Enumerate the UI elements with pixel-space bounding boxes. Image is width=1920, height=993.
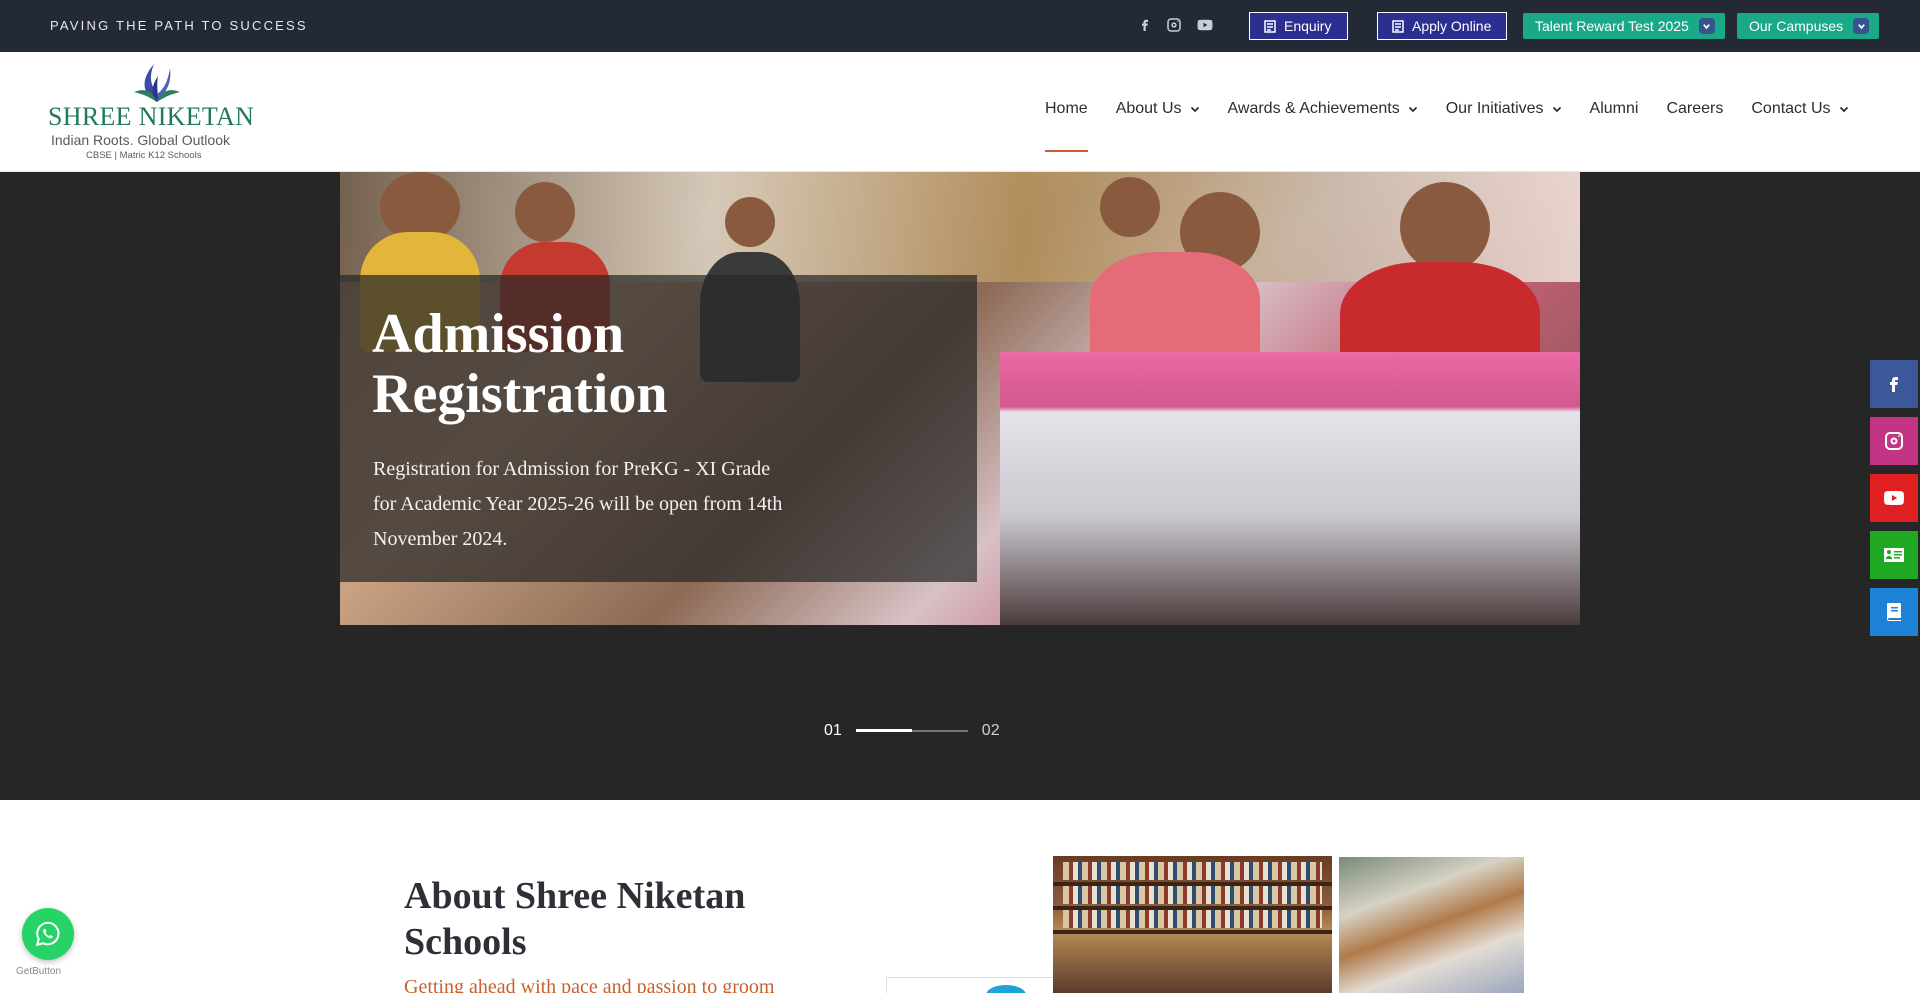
nav-contact-us[interactable]: Contact Us (1751, 100, 1848, 118)
instagram-icon[interactable] (1165, 16, 1183, 39)
slider-pager: 01 02 (824, 722, 1000, 740)
nav-home-label: Home (1045, 100, 1088, 117)
side-youtube-icon[interactable] (1870, 474, 1918, 522)
talent-reward-test-dropdown[interactable]: Talent Reward Test 2025 (1523, 13, 1725, 39)
our-campuses-label: Our Campuses (1749, 18, 1844, 34)
logo-subtext: CBSE | Matric K12 Schools (86, 150, 202, 161)
side-instagram-icon[interactable] (1870, 417, 1918, 465)
apply-online-label: Apply Online (1412, 18, 1492, 34)
school-logo[interactable]: SHREE NIKETAN Indian Roots. Global Outlo… (48, 62, 254, 162)
getbutton-credit[interactable]: GetButton (16, 966, 61, 977)
nav-careers[interactable]: Careers (1666, 100, 1723, 118)
chevron-down-icon (1698, 18, 1715, 34)
apply-online-button[interactable]: Apply Online (1377, 12, 1507, 40)
nav-about-us-label: About Us (1115, 100, 1182, 117)
hero-slider: Admission Registration Registration for … (0, 172, 1920, 800)
slide-progress (855, 729, 968, 732)
nav-alumni-label: Alumni (1589, 100, 1639, 117)
about-subtitle: Getting ahead with pace and passion to g… (404, 976, 775, 993)
nav-home[interactable]: Home (1045, 100, 1088, 152)
nav-awards[interactable]: Awards & Achievements (1228, 100, 1418, 118)
nav-initiatives[interactable]: Our Initiatives (1446, 100, 1562, 118)
talent-reward-label: Talent Reward Test 2025 (1535, 18, 1689, 34)
chevron-down-icon (1839, 106, 1848, 113)
chevron-down-icon (1853, 18, 1870, 34)
logo-name: SHREE NIKETAN (48, 102, 255, 131)
flame-logo-icon (134, 64, 180, 102)
slide-next[interactable]: 02 (982, 722, 1000, 740)
logo-tagline: Indian Roots. Global Outlook (51, 132, 230, 148)
hero-description: Registration for Admission for PreKG - X… (373, 458, 783, 550)
chevron-down-icon (1408, 106, 1417, 113)
side-book-icon[interactable] (1870, 588, 1918, 636)
our-campuses-dropdown[interactable]: Our Campuses (1737, 13, 1880, 39)
enquiry-button[interactable]: Enquiry (1249, 12, 1348, 40)
nav-about-us[interactable]: About Us (1116, 100, 1200, 118)
students-photo (1339, 857, 1524, 993)
main-nav: Home About Us Awards & Achievements Our … (1045, 100, 1877, 152)
whatsapp-icon (35, 921, 60, 947)
about-title: About Shree Niketan Schools (404, 875, 746, 963)
top-bar: PAVING THE PATH TO SUCCESS Enquiry Apply… (0, 0, 1920, 52)
tagline: PAVING THE PATH TO SUCCESS (50, 18, 308, 33)
chevron-down-icon (1190, 106, 1199, 113)
nav-contact-us-label: Contact Us (1751, 100, 1831, 117)
nav-careers-label: Careers (1666, 100, 1724, 117)
form-icon (1392, 19, 1404, 33)
form-icon (1264, 19, 1276, 33)
nav-awards-label: Awards & Achievements (1227, 100, 1400, 117)
nav-alumni[interactable]: Alumni (1590, 100, 1639, 118)
side-facebook-icon[interactable] (1870, 360, 1918, 408)
whatsapp-chat-button[interactable] (22, 908, 74, 960)
enquiry-label: Enquiry (1284, 18, 1332, 34)
facebook-icon[interactable] (1136, 16, 1154, 39)
nav-initiatives-label: Our Initiatives (1445, 100, 1544, 117)
slide-current[interactable]: 01 (824, 722, 842, 740)
main-header: SHREE NIKETAN Indian Roots. Global Outlo… (0, 52, 1920, 172)
youtube-icon[interactable] (1196, 16, 1214, 39)
chevron-down-icon (1552, 106, 1561, 113)
hero-title: Admission Registration (372, 303, 668, 425)
side-contact-card-icon[interactable] (1870, 531, 1918, 579)
library-photo (1053, 856, 1332, 993)
